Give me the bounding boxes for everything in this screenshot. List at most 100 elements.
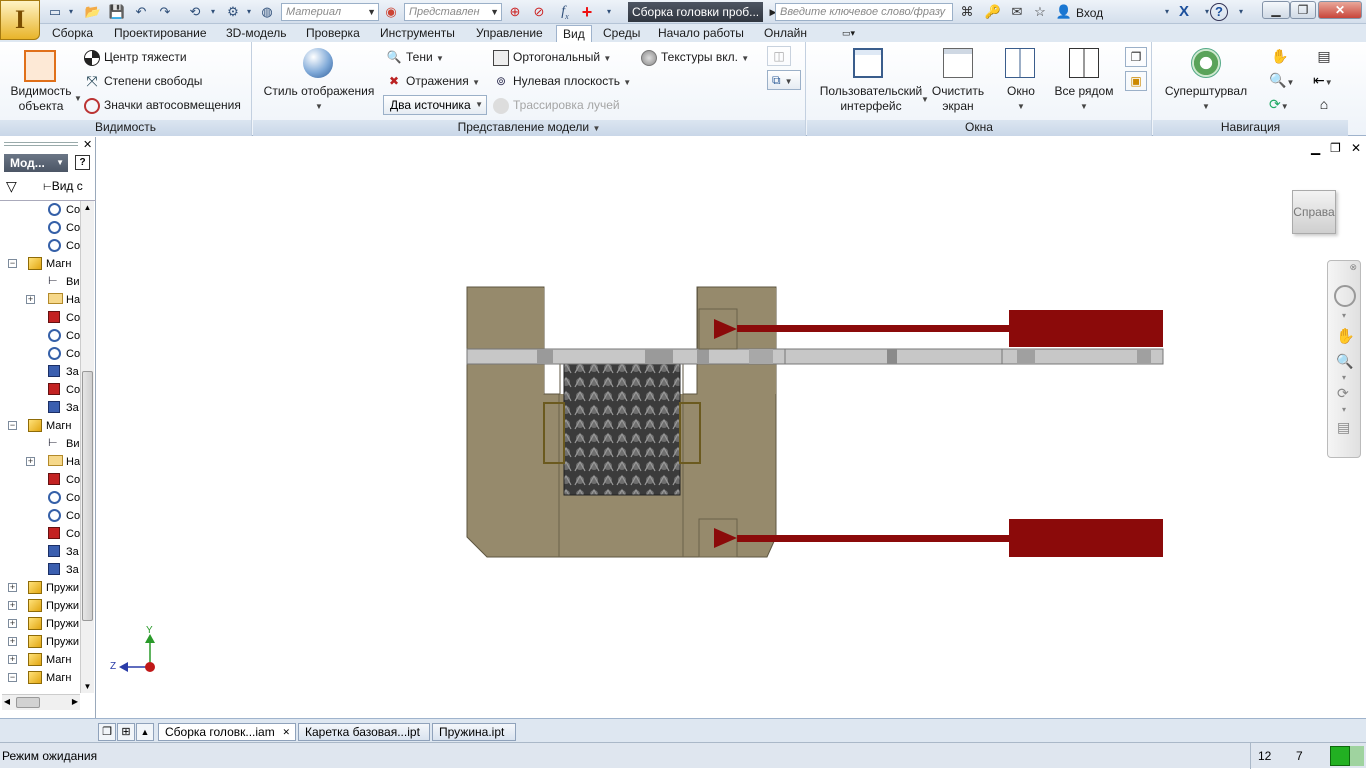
upper-rod-handle[interactable] — [1009, 310, 1163, 347]
user-interface-button[interactable]: Пользовательский интерфейс — [813, 84, 929, 114]
tab-manage[interactable]: Управление — [470, 25, 549, 42]
tab-list-icon[interactable]: ▲ — [136, 723, 154, 741]
tree-row[interactable]: Co — [0, 525, 80, 543]
doc-tab-assembly[interactable]: Сборка головк...iam ✕ — [158, 723, 296, 741]
view-menu[interactable]: ⊢Вид с — [43, 179, 93, 193]
browser-close-icon[interactable]: ✕ — [83, 138, 92, 151]
expand-icon[interactable]: + — [8, 637, 17, 646]
collapse-icon[interactable]: − — [8, 259, 17, 268]
panel-title-model-view[interactable]: Представление модели ▼ — [253, 120, 805, 136]
lower-rod[interactable] — [737, 535, 1009, 542]
tree-row[interactable]: Co — [0, 507, 80, 525]
return-icon[interactable]: ⟲ — [186, 3, 204, 21]
filter-icon[interactable]: ▽ — [6, 178, 17, 195]
help-icon[interactable]: ? — [1210, 3, 1228, 21]
return-dropdown-icon[interactable]: ▾ — [204, 3, 222, 21]
section-view-icon[interactable]: ⧉ ▼ — [767, 70, 801, 90]
tree-row[interactable]: За — [0, 543, 80, 561]
tree-row[interactable]: За — [0, 363, 80, 381]
search-input[interactable]: Введите ключевое слово/фразу — [775, 3, 953, 21]
tree-row[interactable]: Co — [0, 489, 80, 507]
view-cube-toggle-icon[interactable]: ◫ — [767, 46, 791, 66]
open-folder-icon[interactable]: 📂 — [84, 3, 102, 21]
browser-selector[interactable]: Мод... ▼ — [4, 154, 68, 172]
tree-row[interactable]: + Пружи — [0, 579, 80, 597]
collapse-icon[interactable]: − — [8, 421, 17, 430]
browser-help-icon[interactable]: ? — [75, 155, 90, 170]
tree-row[interactable]: + На — [0, 291, 80, 309]
application-menu-button[interactable]: I — [0, 0, 40, 40]
zoom-all-icon[interactable]: ⇤▼ — [1313, 70, 1343, 90]
browser-horizontal-scrollbar[interactable]: ◀ ▶ — [2, 694, 80, 710]
user-icon[interactable]: 👤 — [1055, 3, 1073, 21]
project-dropdown-icon[interactable]: ▾ — [240, 3, 258, 21]
window-button[interactable]: Окно ▼ — [993, 84, 1049, 114]
undo-icon[interactable]: ↶ — [132, 3, 150, 21]
tree-row[interactable]: ⊢ Ви — [0, 273, 80, 291]
browser-grip[interactable] — [4, 142, 78, 146]
h-scroll-thumb[interactable] — [16, 697, 40, 708]
clean-screen-button[interactable]: Очистить экран — [927, 84, 989, 114]
tab-online[interactable]: Онлайн — [758, 25, 813, 42]
browser-vertical-scrollbar[interactable]: ▲ ▼ — [80, 201, 94, 693]
clear-appearance-icon[interactable]: ⊘ — [530, 3, 548, 21]
grid-tabs-icon[interactable]: ⊞ — [117, 723, 135, 741]
tree-row[interactable]: Co — [0, 471, 80, 489]
auto-constraint-icons-button[interactable]: Значки автосовмещения — [84, 98, 241, 114]
minimize-button[interactable]: ▁ — [1262, 1, 1290, 19]
tree-row[interactable]: За — [0, 561, 80, 579]
sign-in-label[interactable]: Вход — [1076, 6, 1103, 20]
steering-wheel-button[interactable]: Суперштурвал ▼ — [1159, 84, 1253, 114]
sign-in-dropdown-icon[interactable]: ▾ — [1158, 3, 1176, 21]
guide-rail[interactable] — [466, 348, 1164, 365]
scroll-right-icon[interactable]: ▶ — [70, 697, 80, 706]
qat-customize-icon[interactable]: ▾ — [600, 3, 618, 21]
tab-environments[interactable]: Среды — [597, 25, 646, 42]
tree-row[interactable]: + На — [0, 453, 80, 471]
expand-icon[interactable]: + — [8, 583, 17, 592]
tree-row[interactable]: Co — [0, 327, 80, 345]
tree-row[interactable]: Co — [0, 219, 80, 237]
ground-plane-button[interactable]: ⊚ Нулевая плоскость ▼ — [493, 74, 631, 90]
tree-row[interactable]: + Магн — [0, 651, 80, 669]
tab-tools[interactable]: Инструменты — [374, 25, 461, 42]
tab-inspect[interactable]: Проверка — [300, 25, 366, 42]
home-view-icon[interactable]: ⌂ — [1313, 94, 1335, 114]
ray-tracing-button[interactable]: Трассировка лучей — [493, 98, 620, 114]
help-dropdown-icon[interactable]: ▾ — [1232, 3, 1250, 21]
textures-on-button[interactable]: Текстуры вкл. ▼ — [641, 50, 749, 66]
tree-row[interactable]: − Магн — [0, 255, 80, 273]
object-visibility-button[interactable]: Видимость объекта — [6, 84, 76, 114]
tree-row[interactable]: Co — [0, 309, 80, 327]
scroll-up-icon[interactable]: ▲ — [81, 201, 94, 214]
tab-assembly[interactable]: Сборка — [46, 25, 99, 42]
tree-row[interactable]: Co — [0, 201, 80, 219]
doc-tab-carriage[interactable]: Каретка базовая...ipt — [298, 723, 430, 741]
pan-hand-icon[interactable]: ✋ — [1269, 46, 1291, 66]
lower-rod-handle[interactable] — [1009, 519, 1163, 557]
appearance-icon[interactable]: ◍ — [258, 3, 276, 21]
tree-row[interactable]: + Пружи — [0, 597, 80, 615]
collapse-icon[interactable]: − — [8, 673, 17, 682]
close-window-button[interactable]: ✕ — [1318, 1, 1362, 19]
zoom-icon[interactable]: 🔍▼ — [1269, 70, 1299, 90]
expand-icon[interactable]: + — [26, 295, 35, 304]
representation-combo[interactable]: Представлен ▼ — [404, 3, 502, 21]
scroll-left-icon[interactable]: ◀ — [2, 697, 12, 706]
add-plus-icon[interactable]: + — [578, 3, 596, 21]
scroll-thumb[interactable] — [82, 371, 93, 621]
shadows-button[interactable]: 🔍 Тени ▼ — [386, 50, 444, 66]
tree-row[interactable]: Co — [0, 345, 80, 363]
orthographic-button[interactable]: Ортогональный ▼ — [493, 50, 611, 66]
fx-parameters-icon[interactable]: fx — [556, 3, 574, 21]
display-style-button[interactable]: Стиль отображения ▼ — [261, 84, 377, 114]
favorites-star-icon[interactable]: ☆ — [1031, 3, 1049, 21]
center-of-gravity-button[interactable]: Центр тяжести — [84, 50, 187, 66]
tile-windows-button[interactable]: Все рядом ▼ — [1051, 84, 1117, 114]
tab-overflow-icon[interactable]: ▭▾ — [836, 25, 861, 42]
exchange-x-icon[interactable]: X — [1175, 3, 1193, 21]
save-icon[interactable]: 💾 — [108, 3, 126, 21]
upper-rod[interactable] — [737, 325, 1009, 332]
restore-button[interactable]: ❐ — [1290, 1, 1316, 19]
tile-tabs-icon[interactable]: ❐ — [98, 723, 116, 741]
